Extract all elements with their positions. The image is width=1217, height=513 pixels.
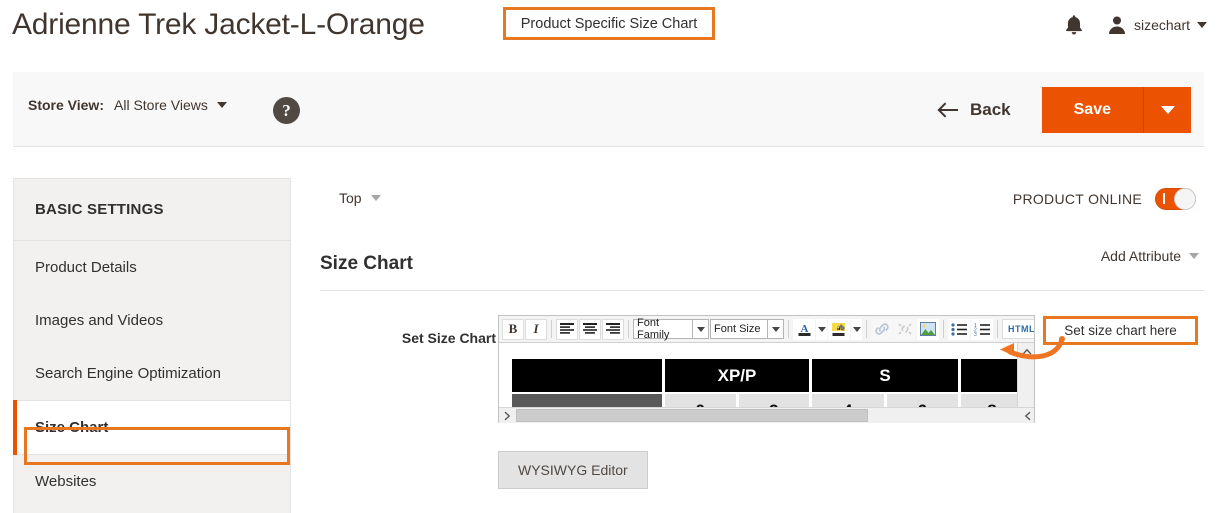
- font-size-select[interactable]: Font Size: [710, 319, 784, 339]
- toolbar-separator: [997, 320, 998, 338]
- callout-product-specific-size-chart: Product Specific Size Chart: [503, 7, 715, 40]
- toolbar-separator: [866, 320, 867, 338]
- wysiwyg-editor-button[interactable]: WYSIWYG Editor: [498, 451, 648, 489]
- table-row: XP/P S: [512, 359, 1023, 392]
- store-view-selected-text: All Store Views: [114, 97, 208, 113]
- user-avatar-icon: [1107, 15, 1127, 35]
- insert-image-icon[interactable]: [917, 319, 939, 340]
- product-online-control: PRODUCT ONLINE: [1013, 188, 1196, 210]
- font-family-label: Font Family: [637, 317, 688, 341]
- hscroll-track[interactable]: [516, 408, 1019, 423]
- text-color-dropdown-icon[interactable]: [816, 319, 827, 340]
- text-color-icon[interactable]: A: [793, 319, 815, 340]
- sidebar-item-size-chart[interactable]: Size Chart: [14, 400, 290, 455]
- size-chart-editor: B I Font Family Font Size: [498, 315, 1035, 423]
- bold-button[interactable]: B: [502, 319, 524, 340]
- save-button[interactable]: Save: [1042, 87, 1143, 133]
- section-divider: [320, 290, 1204, 291]
- chevron-down-icon: [692, 320, 705, 338]
- italic-label: I: [533, 321, 538, 337]
- caret-down-icon: [1161, 106, 1175, 114]
- set-size-chart-label: Set Size Chart: [376, 330, 496, 346]
- bell-icon[interactable]: [1063, 13, 1085, 37]
- help-icon[interactable]: ?: [273, 97, 300, 124]
- table-cell: XP/P: [665, 359, 809, 392]
- sidebar-heading: BASIC SETTINGS: [14, 179, 290, 241]
- editor-horizontal-scrollbar[interactable]: [499, 407, 1034, 423]
- svg-text:3: 3: [974, 332, 977, 336]
- top-section-label: Top: [339, 190, 362, 206]
- settings-sidebar: BASIC SETTINGS Product Details Images an…: [13, 178, 291, 513]
- back-label: Back: [970, 100, 1011, 120]
- align-right-icon[interactable]: [602, 319, 624, 340]
- top-section-dropdown[interactable]: Top: [339, 190, 381, 206]
- html-source-button[interactable]: HTML: [1002, 319, 1034, 339]
- italic-button[interactable]: I: [525, 319, 547, 340]
- back-button[interactable]: Back: [931, 99, 1017, 121]
- table-cell: [961, 359, 1023, 392]
- numbered-list-icon[interactable]: 123: [971, 319, 993, 340]
- align-left-icon[interactable]: [556, 319, 578, 340]
- header-right-controls: sizechart: [1063, 8, 1207, 42]
- bullet-list-icon[interactable]: [948, 319, 970, 340]
- add-attribute-button[interactable]: Add Attribute: [1101, 248, 1199, 264]
- font-family-select[interactable]: Font Family: [633, 319, 709, 339]
- link-icon[interactable]: [871, 319, 893, 340]
- editor-body[interactable]: XP/P S 0 2 4 6 8: [499, 343, 1034, 423]
- scroll-right-icon[interactable]: [1019, 408, 1034, 423]
- font-size-label: Font Size: [714, 323, 763, 335]
- add-attribute-label: Add Attribute: [1101, 248, 1181, 264]
- save-options-toggle[interactable]: [1143, 87, 1191, 133]
- main-content: Top PRODUCT ONLINE Size Chart Add Attrib…: [320, 178, 1204, 513]
- admin-user-menu[interactable]: sizechart: [1107, 15, 1207, 35]
- store-view-switcher[interactable]: Store View: All Store Views: [28, 97, 227, 113]
- align-center-icon[interactable]: [579, 319, 601, 340]
- chevron-down-icon: [371, 195, 381, 201]
- toggle-knob: [1174, 188, 1196, 210]
- admin-user-name: sizechart: [1134, 17, 1190, 33]
- hscroll-thumb[interactable]: [516, 409, 868, 422]
- highlight-color-icon[interactable]: ab: [828, 319, 850, 340]
- bold-label: B: [509, 321, 518, 337]
- chevron-down-icon: [217, 102, 227, 108]
- sidebar-item-images-and-videos[interactable]: Images and Videos: [14, 294, 290, 347]
- toolbar-separator: [628, 320, 629, 338]
- sidebar-item-product-details[interactable]: Product Details: [14, 241, 290, 294]
- toolbar-separator: [943, 320, 944, 338]
- unlink-icon[interactable]: [894, 319, 916, 340]
- sidebar-item-websites[interactable]: Websites: [14, 455, 290, 508]
- chevron-down-icon: [767, 320, 780, 338]
- table-cell: S: [812, 359, 958, 392]
- save-split-button: Save: [1042, 87, 1191, 133]
- highlight-color-dropdown-icon[interactable]: [851, 319, 862, 340]
- chevron-down-icon: [1189, 253, 1199, 259]
- section-title: Size Chart: [320, 253, 413, 275]
- scroll-left-icon[interactable]: [499, 408, 516, 423]
- arrow-left-icon: [937, 102, 959, 118]
- scroll-up-icon[interactable]: [1018, 343, 1034, 360]
- toolbar-separator: [788, 320, 789, 338]
- store-view-label: Store View:: [28, 97, 104, 113]
- product-online-toggle[interactable]: [1155, 188, 1196, 210]
- chevron-down-icon: [1197, 22, 1207, 28]
- store-view-value[interactable]: All Store Views: [114, 97, 227, 113]
- page-title: Adrienne Trek Jacket-L-Orange: [12, 8, 425, 42]
- callout-set-size-chart-here: Set size chart here: [1043, 316, 1198, 345]
- table-cell: [512, 359, 662, 392]
- page-actions-right: Back Save: [931, 72, 1191, 147]
- product-online-label: PRODUCT ONLINE: [1013, 191, 1142, 207]
- sidebar-item-search-engine-optimization[interactable]: Search Engine Optimization: [14, 347, 290, 400]
- toolbar-separator: [551, 320, 552, 338]
- page-actions-bar: Store View: All Store Views Back Save: [13, 72, 1204, 147]
- editor-toolbar: B I Font Family Font Size: [499, 316, 1034, 343]
